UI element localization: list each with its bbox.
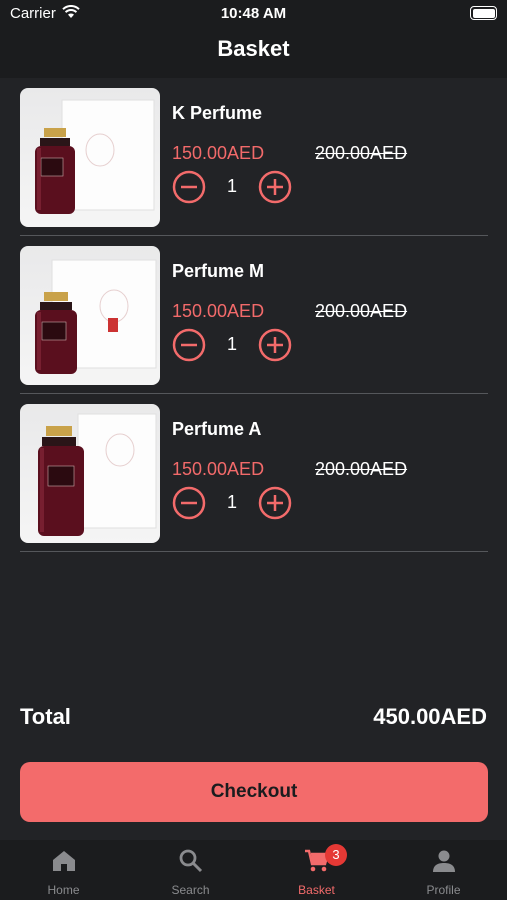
product-name: K Perfume (172, 103, 263, 123)
increase-quantity-button[interactable] (258, 170, 292, 204)
increase-quantity-button[interactable] (258, 486, 292, 520)
search-icon (179, 849, 202, 873)
cart-item: Perfume A 150.00AED 200.00AED 1 (20, 394, 488, 552)
header: Carrier 10:48 AM Basket (0, 0, 507, 78)
product-old-price: 200.00AED (315, 459, 408, 479)
profile-icon (432, 850, 455, 872)
tab-profile[interactable]: Profile (380, 840, 507, 900)
decrease-quantity-button[interactable] (172, 170, 206, 204)
tab-basket[interactable]: 3 Basket (253, 840, 380, 900)
plus-circle-icon (258, 328, 292, 362)
tab-label: Profile (426, 883, 461, 897)
product-name: Perfume M (172, 261, 265, 281)
tab-label: Search (171, 883, 210, 897)
product-old-price: 200.00AED (315, 143, 408, 163)
product-old-price: 200.00AED (315, 301, 408, 321)
total-value: 450.00AED (373, 704, 487, 729)
tab-bar: Home Search 3 Basket Profile (0, 840, 507, 900)
increase-quantity-button[interactable] (258, 328, 292, 362)
quantity-value: 1 (226, 492, 237, 512)
cart-list: K Perfume 150.00AED 200.00AED 1 Perfume … (20, 78, 488, 552)
product-image[interactable] (20, 404, 160, 543)
battery-icon (470, 6, 497, 20)
home-icon (52, 851, 75, 871)
plus-circle-icon (258, 486, 292, 520)
quantity-value: 1 (226, 334, 237, 354)
cart-item: K Perfume 150.00AED 200.00AED 1 (20, 78, 488, 236)
tab-home[interactable]: Home (0, 840, 127, 900)
product-name: Perfume A (172, 419, 262, 439)
product-price: 150.00AED (172, 459, 265, 479)
plus-circle-icon (258, 170, 292, 204)
product-price: 150.00AED (172, 143, 265, 163)
tab-label: Home (47, 883, 80, 897)
product-price: 150.00AED (172, 301, 265, 321)
page-title: Basket (217, 36, 290, 61)
minus-circle-icon (172, 170, 206, 204)
minus-circle-icon (172, 486, 206, 520)
total-label: Total (20, 704, 71, 729)
product-image[interactable] (20, 88, 160, 227)
quantity-value: 1 (226, 176, 237, 196)
cart-item: Perfume M 150.00AED 200.00AED 1 (20, 236, 488, 394)
status-bar: Carrier 10:48 AM (0, 0, 507, 28)
decrease-quantity-button[interactable] (172, 328, 206, 362)
tab-search[interactable]: Search (127, 840, 254, 900)
status-time: 10:48 AM (220, 5, 287, 22)
decrease-quantity-button[interactable] (172, 486, 206, 520)
cart-count-badge: 3 (325, 844, 347, 866)
tab-label: Basket (298, 883, 335, 897)
checkout-button[interactable]: Checkout (20, 762, 488, 822)
minus-circle-icon (172, 328, 206, 362)
product-image[interactable] (20, 246, 160, 385)
